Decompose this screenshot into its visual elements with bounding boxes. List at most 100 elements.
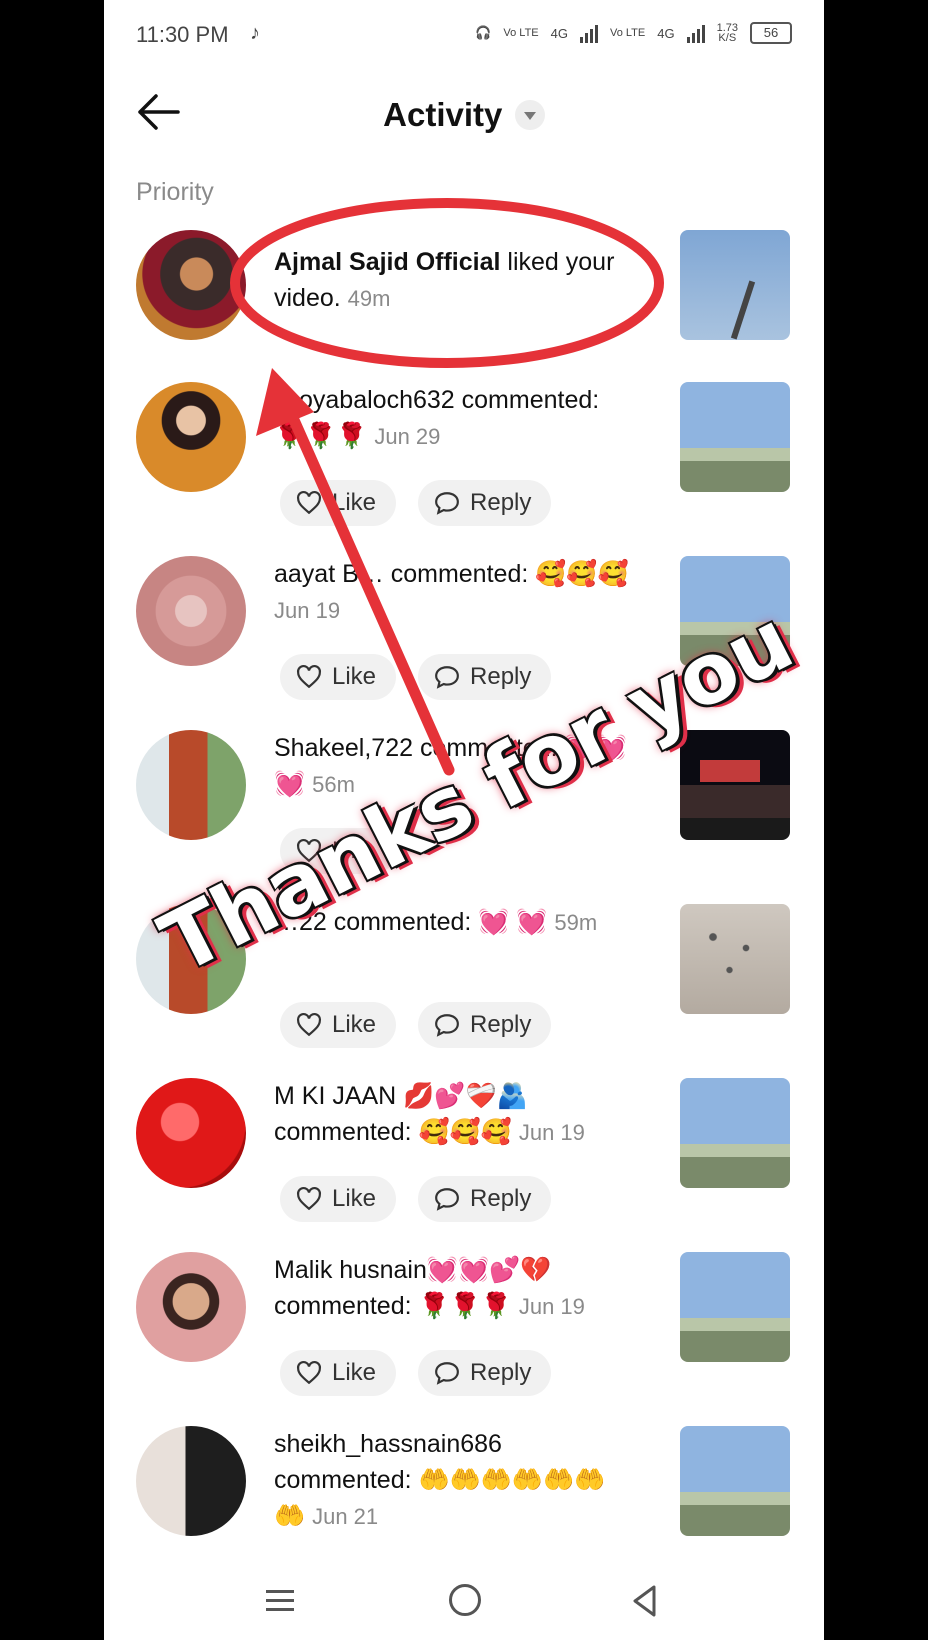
activity-action: commented: 🥰🥰🥰 bbox=[383, 560, 629, 588]
avatar[interactable] bbox=[136, 556, 246, 666]
activity-text: sheikh_hassnain686 commented: 🤲🤲🤲🤲🤲🤲🤲 Ju… bbox=[274, 1426, 634, 1535]
avatar[interactable] bbox=[136, 730, 246, 840]
reply-bubble-icon bbox=[435, 666, 459, 689]
activity-text: …oyabaloch632 commented: 🌹🌹🌹 Jun 29 bbox=[274, 382, 634, 455]
video-thumbnail[interactable] bbox=[680, 230, 790, 340]
reply-label: Reply bbox=[470, 1011, 532, 1038]
reply-bubble-icon bbox=[435, 1014, 459, 1037]
headphones-icon: 🎧 bbox=[475, 25, 492, 40]
page-title: Activity bbox=[383, 96, 503, 133]
username[interactable]: aayat B… bbox=[274, 560, 384, 588]
username[interactable]: sheikh_hassnain686 bbox=[274, 1430, 502, 1458]
video-thumbnail[interactable] bbox=[680, 1078, 790, 1188]
reply-button[interactable]: Reply bbox=[418, 1176, 552, 1222]
network-type-1: 4G bbox=[550, 25, 568, 41]
reply-label: Reply bbox=[470, 1359, 532, 1386]
comment-actions: Like Reply bbox=[280, 654, 552, 700]
system-nav-bar bbox=[104, 1564, 824, 1640]
activity-time: Jun 19 bbox=[518, 1294, 585, 1319]
activity-time: 49m bbox=[347, 286, 391, 311]
activity-time: Jun 29 bbox=[374, 424, 441, 449]
heart-icon bbox=[297, 1186, 321, 1211]
username[interactable]: Shakeel,722 bbox=[274, 734, 413, 762]
video-thumbnail[interactable] bbox=[680, 730, 790, 840]
status-bar: 11:30 PM ♪ 🎧 Vo LTE 4G Vo LTE 4G 1.73 K/S… bbox=[104, 0, 824, 72]
chevron-down-icon[interactable] bbox=[514, 100, 545, 130]
title-dropdown[interactable]: Activity bbox=[104, 96, 824, 134]
reply-label: Reply bbox=[470, 489, 532, 516]
username[interactable]: …oyabaloch632 bbox=[274, 386, 455, 414]
status-time: 11:30 PM bbox=[136, 22, 229, 47]
reply-bubble-icon bbox=[435, 1362, 459, 1385]
like-label: Like bbox=[332, 1185, 377, 1212]
volte-label-2: Vo LTE bbox=[609, 27, 646, 39]
activity-time: Jun 19 bbox=[518, 1120, 585, 1145]
video-thumbnail[interactable] bbox=[680, 382, 790, 492]
network-speed-unit: K/S bbox=[718, 32, 737, 44]
activity-time: 56m bbox=[312, 772, 355, 797]
reply-button[interactable]: Reply bbox=[418, 1002, 552, 1048]
username[interactable]: Ajmal Sajid Official bbox=[274, 248, 500, 276]
reply-bubble-icon bbox=[435, 1188, 459, 1211]
tiktok-icon: ♪ bbox=[250, 22, 260, 44]
activity-time: Jun 19 bbox=[274, 598, 341, 623]
header: Activity bbox=[104, 82, 824, 152]
activity-action: commented: 💓 💓 bbox=[326, 908, 548, 936]
recent-apps-button[interactable] bbox=[266, 1586, 294, 1614]
like-label: Like bbox=[332, 1359, 377, 1386]
reply-button[interactable]: Reply bbox=[418, 654, 552, 700]
activity-text: M KI JAAN 💋💕❤️‍🩹🫂 commented: 🥰🥰🥰 Jun 19 bbox=[274, 1078, 634, 1151]
username[interactable]: M KI JAAN 💋💕❤️‍🩹🫂 bbox=[274, 1082, 528, 1110]
status-icons: 🎧 Vo LTE 4G Vo LTE 4G 1.73 K/S 56 bbox=[475, 22, 792, 44]
like-button[interactable]: Like bbox=[280, 1002, 397, 1048]
signal-icon-1 bbox=[579, 23, 598, 43]
reply-button[interactable]: Reply bbox=[418, 480, 552, 526]
like-button[interactable]: Like bbox=[280, 1176, 397, 1222]
avatar[interactable] bbox=[136, 1252, 246, 1362]
like-button[interactable]: Like bbox=[280, 480, 397, 526]
activity-time: 59m bbox=[554, 910, 598, 935]
section-label-priority: Priority bbox=[136, 178, 214, 206]
comment-actions: Like Reply bbox=[280, 1002, 552, 1048]
like-label: Like bbox=[332, 1011, 377, 1038]
activity-text: Malik husnain💓💓💕💔 commented: 🌹🌹🌹 Jun 19 bbox=[274, 1252, 634, 1325]
video-thumbnail[interactable] bbox=[680, 1426, 790, 1536]
heart-icon bbox=[297, 490, 321, 515]
reply-label: Reply bbox=[470, 663, 532, 690]
video-thumbnail[interactable] bbox=[680, 904, 790, 1014]
avatar[interactable] bbox=[136, 382, 246, 492]
network-type-2: 4G bbox=[657, 25, 675, 41]
activity-action: commented: 🌹🌹🌹 bbox=[274, 1292, 512, 1320]
reply-button[interactable]: Reply bbox=[418, 1350, 552, 1396]
avatar[interactable] bbox=[136, 230, 246, 340]
battery-icon: 56 bbox=[750, 22, 792, 44]
video-thumbnail[interactable] bbox=[680, 1252, 790, 1362]
activity-text: Ajmal Sajid Official liked your video. 4… bbox=[274, 244, 634, 317]
phone-screen: 11:30 PM ♪ 🎧 Vo LTE 4G Vo LTE 4G 1.73 K/S… bbox=[104, 0, 824, 1640]
reply-bubble-icon bbox=[435, 492, 459, 515]
volte-label-1: Vo LTE bbox=[503, 27, 539, 39]
like-label: Like bbox=[332, 489, 377, 516]
signal-icon-2 bbox=[686, 23, 705, 43]
pole-shape bbox=[730, 280, 756, 340]
activity-time: Jun 21 bbox=[312, 1504, 379, 1529]
avatar[interactable] bbox=[136, 1426, 246, 1536]
heart-icon bbox=[297, 664, 321, 689]
like-label: Like bbox=[332, 663, 377, 690]
nav-back-triangle-icon[interactable] bbox=[630, 1584, 660, 1618]
username[interactable]: Malik husnain💓💓💕💔 bbox=[274, 1256, 551, 1284]
comment-actions: Like Reply bbox=[280, 1350, 552, 1396]
comment-actions: Like Reply bbox=[280, 480, 552, 526]
heart-icon bbox=[297, 1012, 321, 1037]
activity-action: commented: 🥰🥰🥰 bbox=[274, 1118, 512, 1146]
reply-label: Reply bbox=[470, 1185, 532, 1212]
activity-text: aayat B… commented: 🥰🥰🥰 Jun 19 bbox=[274, 556, 634, 629]
avatar[interactable] bbox=[136, 1078, 246, 1188]
store-sign-shape bbox=[700, 760, 760, 782]
heart-icon bbox=[297, 1360, 321, 1385]
like-button[interactable]: Like bbox=[280, 1350, 397, 1396]
network-speed: 1.73 K/S bbox=[717, 23, 738, 44]
comment-actions: Like Reply bbox=[280, 1176, 552, 1222]
like-button[interactable]: Like bbox=[280, 654, 397, 700]
home-button[interactable] bbox=[449, 1584, 481, 1616]
